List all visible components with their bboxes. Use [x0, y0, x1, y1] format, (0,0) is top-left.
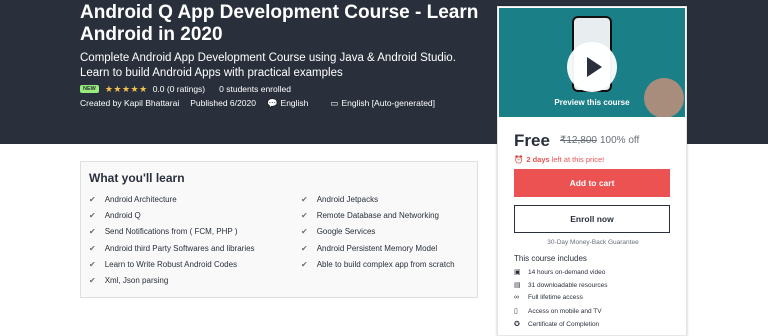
check-icon: ✔: [89, 260, 96, 269]
learn-item: ✔ Xml, Json parsing: [89, 276, 168, 285]
learn-item: ✔ Google Services: [301, 227, 375, 236]
learn-item: ✔ Able to build complex app from scratch: [301, 260, 455, 269]
original-price: ₹12,800: [560, 135, 597, 146]
learn-item-text: Android Architecture: [104, 195, 177, 204]
learn-item-text: Android Q: [104, 211, 141, 220]
include-text: 31 downloadable resources: [528, 281, 608, 289]
include-text: Access on mobile and TV: [528, 307, 602, 315]
what-you-learn-box: What you'll learn ✔ Android Architecture …: [80, 161, 478, 298]
check-icon: ✔: [89, 195, 96, 204]
play-icon[interactable]: [567, 42, 617, 92]
check-icon: ✔: [89, 244, 96, 253]
check-icon: ✔: [301, 211, 308, 220]
include-item: ∞ Full lifetime access: [514, 294, 583, 301]
includes-title: This course includes: [514, 254, 587, 263]
include-item: ▯ Access on mobile and TV: [514, 307, 602, 316]
learn-item-text: Android Jetpacks: [316, 195, 379, 204]
what-you-learn-title: What you'll learn: [89, 171, 185, 185]
alarm-clock-icon: ⏰: [514, 155, 524, 164]
infinity-icon: ∞: [514, 294, 519, 301]
new-badge: NEW: [80, 85, 99, 93]
course-meta-row: Created by Kapil Bhattarai Published 6/2…: [80, 97, 457, 109]
check-icon: ✔: [301, 244, 308, 253]
students-enrolled: 0 students enrolled: [219, 84, 291, 94]
file-icon: ▤: [514, 282, 521, 289]
learn-item-text: Able to build complex app from scratch: [316, 260, 455, 269]
learn-item-text: Remote Database and Networking: [316, 211, 439, 220]
learn-item: ✔ Android Jetpacks: [301, 195, 378, 204]
course-title: Android Q App Development Course - Learn…: [80, 2, 479, 45]
mobile-icon: ▯: [514, 308, 518, 315]
rating-row: NEW ★★★★★ 0.0 (0 ratings) 0 students enr…: [80, 83, 291, 95]
deadline-days: 2 days: [526, 155, 550, 164]
check-icon: ✔: [301, 195, 308, 204]
learn-item: ✔ Android third Party Softwares and libra…: [89, 244, 255, 253]
captions-text: English [Auto-generated]: [341, 98, 436, 108]
learn-item: ✔ Learn to Write Robust Android Codes: [89, 260, 237, 269]
rating-text[interactable]: 0.0 (0 ratings): [153, 84, 205, 94]
check-icon: ✔: [301, 260, 308, 269]
money-back-guarantee: 30-Day Money-Back Guarantee: [547, 239, 639, 246]
learn-item: ✔ Android Q: [89, 211, 141, 220]
learn-item: ✔ Send Notifications from ( FCM, PHP ): [89, 227, 237, 236]
created-by[interactable]: Created by Kapil Bhattarai: [80, 98, 179, 108]
check-icon: ✔: [89, 211, 96, 220]
captions-icon: ▭: [330, 97, 339, 108]
check-icon: ✔: [301, 227, 308, 236]
learn-item: ✔ Android Architecture: [89, 195, 177, 204]
include-item: ✪ Certificate of Completion: [514, 320, 600, 329]
current-price: Free: [514, 131, 550, 150]
include-item: ▤ 31 downloadable resources: [514, 281, 608, 290]
course-subtitle: Complete Android App Development Course …: [80, 52, 456, 79]
learn-item-text: Learn to Write Robust Android Codes: [104, 260, 238, 269]
speech-bubble-icon: 💬: [266, 97, 278, 108]
language-text: English: [280, 98, 309, 108]
published-date: Published 6/2020: [190, 98, 256, 108]
learn-item-text: Android Persistent Memory Model: [316, 244, 438, 253]
add-to-cart-button[interactable]: Add to cart: [514, 169, 670, 197]
include-text: 14 hours on-demand video: [528, 268, 606, 276]
learn-item-text: Send Notifications from ( FCM, PHP ): [104, 227, 238, 236]
star-rating-icon: ★★★★★: [104, 83, 148, 94]
learn-item-text: Android third Party Softwares and librar…: [104, 244, 255, 253]
learn-item-text: Google Services: [316, 227, 376, 236]
learn-item: ✔ Android Persistent Memory Model: [301, 244, 437, 253]
course-preview[interactable]: Preview this course: [499, 8, 685, 117]
include-text: Certificate of Completion: [528, 320, 600, 328]
learn-item-text: Xml, Json parsing: [104, 276, 169, 285]
purchase-sidebar: Preview this course Free ₹12,800 100% of…: [497, 6, 687, 336]
deadline-text: left at this price!: [551, 155, 605, 164]
check-icon: ✔: [89, 227, 96, 236]
captions-item: ▭ English [Auto-generated]: [330, 98, 446, 109]
learn-item: ✔ Remote Database and Networking: [301, 211, 439, 220]
discount-text: 100% off: [600, 135, 640, 146]
video-icon: ▣: [514, 269, 521, 276]
check-icon: ✔: [89, 276, 96, 285]
preview-label: Preview this course: [554, 98, 630, 107]
include-text: Full lifetime access: [528, 294, 583, 301]
include-item: ▣ 14 hours on-demand video: [514, 268, 606, 277]
certificate-icon: ✪: [514, 321, 520, 328]
deadline-notice: ⏰ 2 days left at this price!: [514, 155, 604, 164]
enroll-now-button[interactable]: Enroll now: [514, 205, 670, 233]
language-item: 💬 English: [267, 98, 319, 109]
